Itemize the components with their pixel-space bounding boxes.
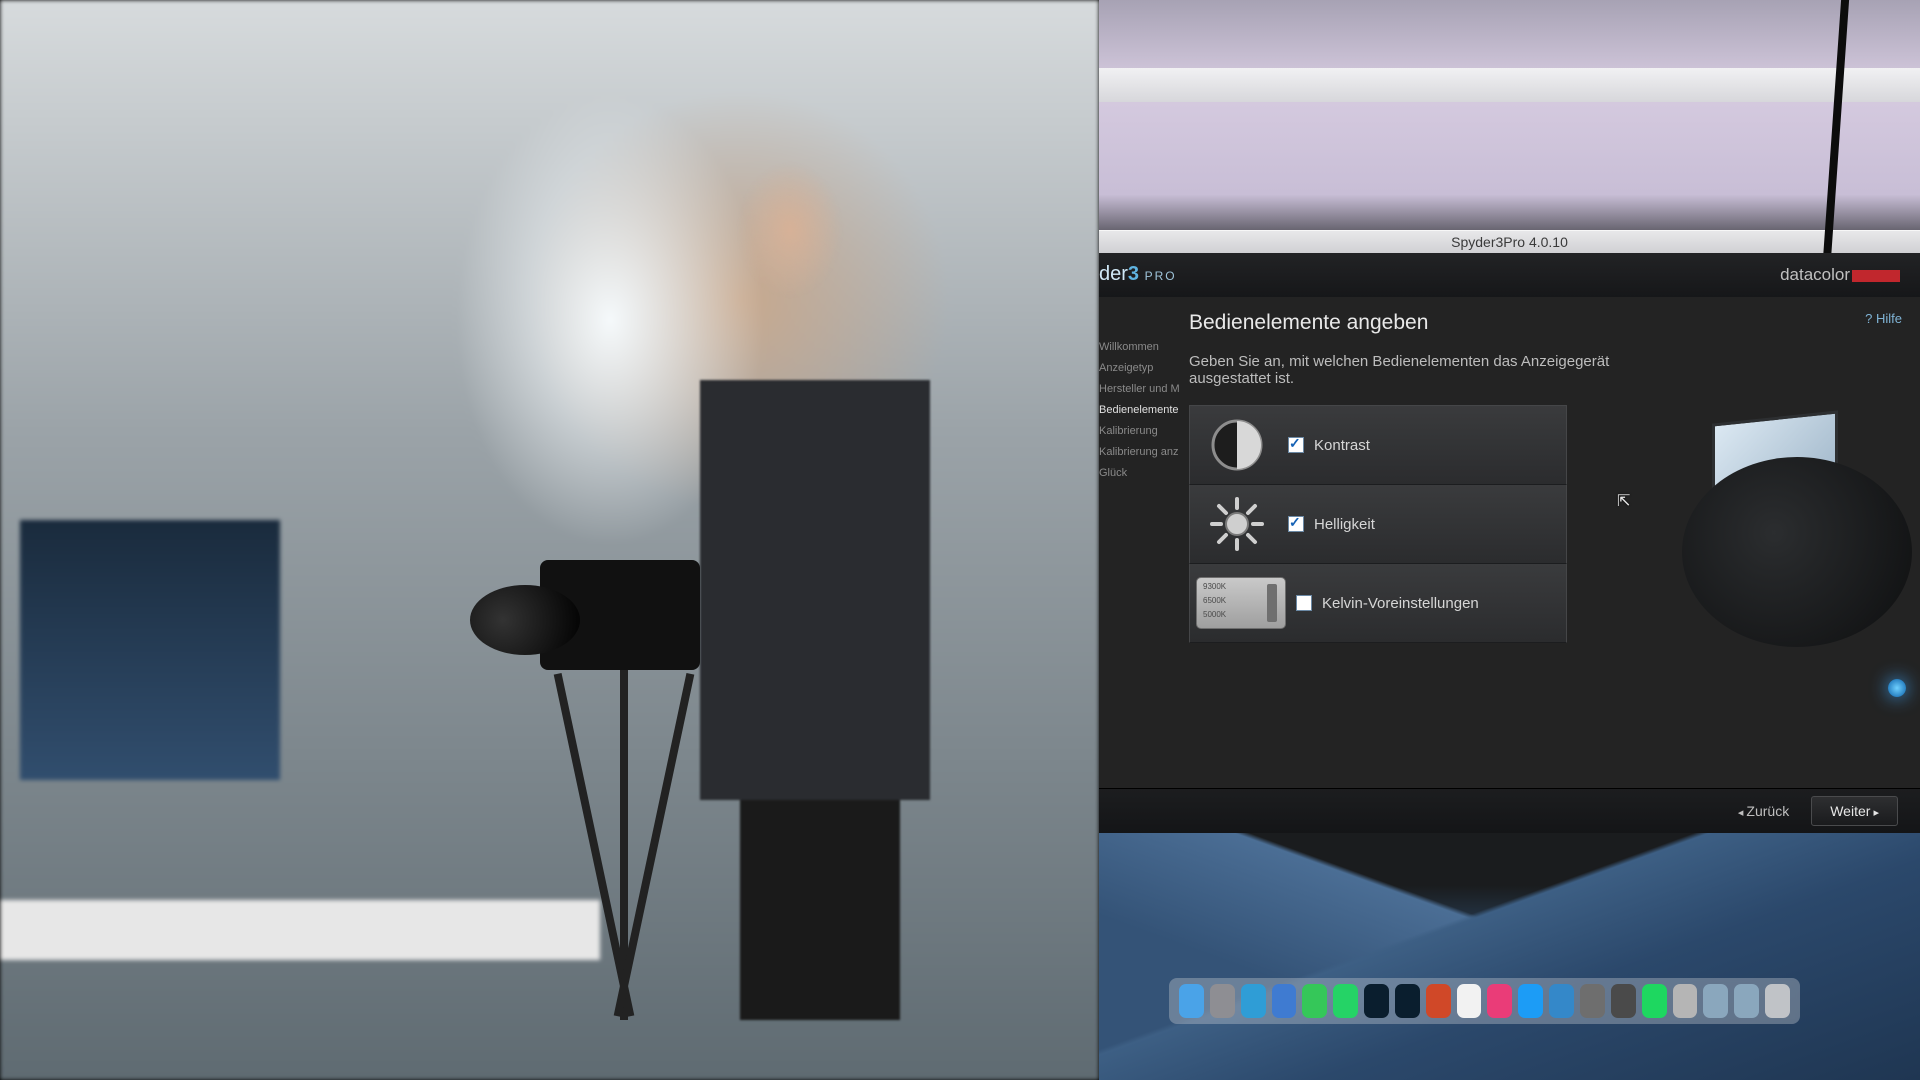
help-link[interactable]: Hilfe [1865,311,1902,326]
step-view[interactable]: Kalibrierung anzeigen [1099,442,1179,463]
mouse-cursor: ⇱ [1617,491,1630,511]
controls-option-list: Kontrast [1189,405,1567,643]
dock-app-safari[interactable] [1241,984,1266,1018]
camera-tripod [470,560,760,1020]
step-controls[interactable]: Bedienelemente angeben [1099,400,1179,421]
wizard-main: Bedienelemente angeben Geben Sie an, mit… [1189,305,1660,789]
dock-app-photos[interactable] [1457,984,1482,1018]
step-calibration[interactable]: Kalibrierung [1099,421,1179,442]
option-kelvin[interactable]: 9300K 6500K 5000K Kelvin-Voreinstellunge… [1189,564,1567,643]
wizard-footer: Zurück Weiter [1099,788,1920,833]
macos-menubar[interactable] [1099,68,1920,102]
dock-app-trash[interactable] [1765,984,1790,1018]
kelvin-icon: 9300K 6500K 5000K [1196,577,1286,629]
label-kelvin: Kelvin-Voreinstellungen [1322,595,1479,612]
dock-app-photoshop[interactable] [1395,984,1420,1018]
step-finish[interactable]: Glück [1099,463,1179,484]
brightness-icon [1198,494,1276,554]
checkbox-helligkeit[interactable] [1288,516,1304,532]
dock-app-lightroom[interactable] [1364,984,1389,1018]
back-button[interactable]: Zurück [1738,803,1789,819]
desktop-wallpaper [1099,830,1920,1080]
dock-app-downloads[interactable] [1703,984,1728,1018]
label-kontrast: Kontrast [1314,437,1370,454]
spyder-window: der3 PRO datacolor Hilfe Willkommen Anze… [1099,253,1920,833]
device-led-icon [1888,679,1906,697]
app-header: der3 PRO datacolor [1099,253,1920,298]
dock-app-spyder[interactable] [1673,984,1698,1018]
label-helligkeit: Helligkeit [1314,516,1375,533]
dock-app-app1[interactable] [1580,984,1605,1018]
company-logo: datacolor [1780,265,1900,285]
dock-app-launchpad[interactable] [1210,984,1235,1018]
option-kontrast[interactable]: Kontrast [1189,405,1567,485]
dock-app-spotify[interactable] [1642,984,1667,1018]
dock-app-app2[interactable] [1611,984,1636,1018]
wizard-steps-sidebar: Willkommen Anzeigetyp Hersteller und Mod… [1099,337,1179,484]
dock-app-messages[interactable] [1302,984,1327,1018]
dock-app-whatsapp[interactable] [1333,984,1358,1018]
external-monitor: Spyder3Pro 4.0.10 der3 PRO datacolor Hil… [1099,0,1920,1080]
dock-app-itunes[interactable] [1487,984,1512,1018]
dock-app-mail[interactable] [1272,984,1297,1018]
dock-app-appstore[interactable] [1518,984,1543,1018]
dock-app-documents[interactable] [1734,984,1759,1018]
dock-app-finder[interactable] [1179,984,1204,1018]
dock-app-capture[interactable] [1426,984,1451,1018]
checkbox-kelvin[interactable] [1296,595,1312,611]
page-heading: Bedienelemente angeben [1189,311,1660,335]
step-model[interactable]: Hersteller und Modell [1099,379,1179,400]
page-subheading: Geben Sie an, mit welchen Bedienelemente… [1189,353,1660,387]
step-welcome[interactable]: Willkommen [1099,337,1179,358]
dock-app-preview[interactable] [1549,984,1574,1018]
option-helligkeit[interactable]: Helligkeit [1189,485,1567,564]
colorimeter-illustration [1682,417,1912,727]
checkbox-kontrast[interactable] [1288,437,1304,453]
macos-dock[interactable] [1169,978,1800,1024]
product-logo: der3 PRO [1099,263,1177,286]
window-title: Spyder3Pro 4.0.10 [1451,234,1568,250]
step-displaytype[interactable]: Anzeigetyp [1099,358,1179,379]
next-button[interactable]: Weiter [1811,796,1898,826]
window-titlebar[interactable]: Spyder3Pro 4.0.10 [1099,230,1920,255]
contrast-icon [1198,415,1276,475]
